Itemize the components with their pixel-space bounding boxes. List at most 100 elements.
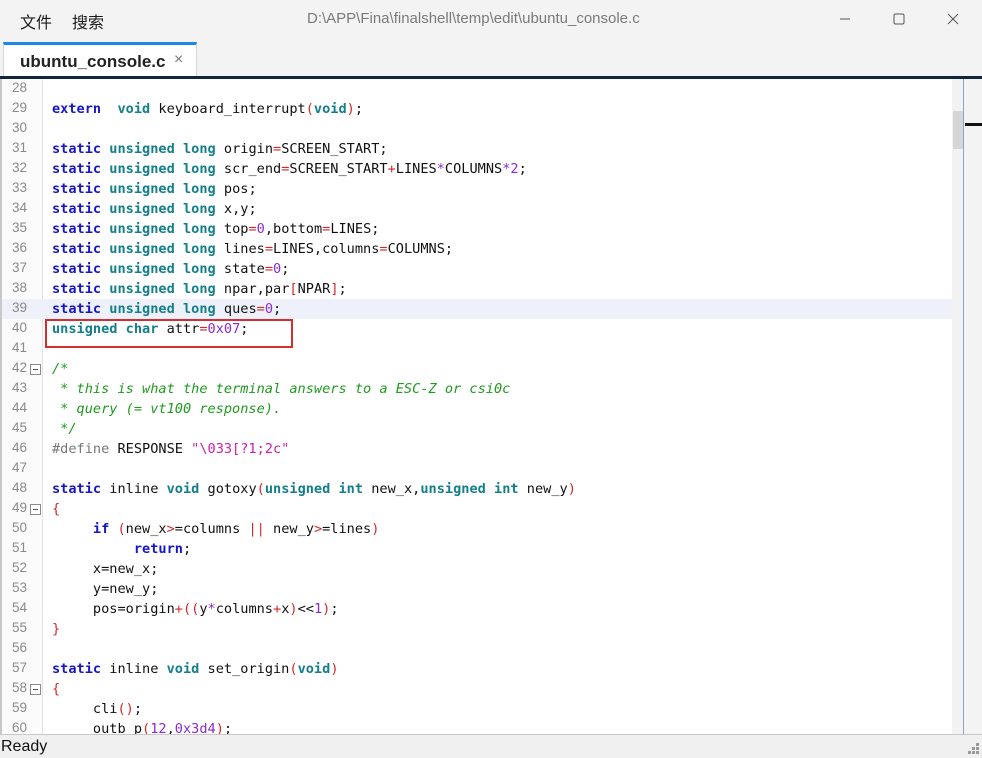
code-text: static unsigned long origin=SCREEN_START… — [52, 139, 388, 159]
code-text: */ — [52, 419, 76, 439]
line-number: 60 — [12, 720, 28, 734]
code-token: static — [52, 281, 102, 297]
tab-ubuntu-console[interactable]: ubuntu_console.c × — [3, 42, 197, 76]
close-window-button[interactable] — [930, 4, 976, 34]
code-token: ; — [133, 701, 143, 717]
code-line[interactable]: 46 #define RESPONSE "\033[?1;2c" — [2, 439, 952, 459]
status-bar: Ready — [0, 734, 982, 758]
fold-toggle-icon[interactable] — [30, 684, 41, 695]
code-line[interactable]: 29 extern void keyboard_interrupt(void); — [2, 99, 952, 119]
code-token: = — [264, 261, 274, 277]
code-token: static — [52, 661, 102, 677]
code-line[interactable]: 60 outb_p(12,0x3d4); — [2, 719, 952, 734]
scrollbar-thumb[interactable] — [953, 111, 963, 149]
code-line[interactable]: 50 if (new_x>=columns || new_y>=lines) — [2, 519, 952, 539]
code-line[interactable]: 56 — [2, 639, 952, 659]
side-panel — [965, 79, 982, 734]
code-token: SCREEN_START; — [281, 141, 388, 157]
code-line[interactable]: 55} — [2, 619, 952, 639]
code-token: ; — [281, 261, 290, 277]
line-number: 50 — [12, 520, 28, 535]
code-line[interactable]: 44 * query (= vt100 response). — [2, 399, 952, 419]
code-line[interactable]: 39 static unsigned long ques=0; — [2, 299, 952, 319]
code-token: unsigned — [109, 281, 175, 297]
code-line[interactable]: 54 pos=origin+((y*columns+x)<<1); — [2, 599, 952, 619]
code-token: ; — [273, 301, 282, 317]
menu-file[interactable]: 文件 — [20, 9, 52, 33]
code-line[interactable]: 57 static inline void set_origin(void) — [2, 659, 952, 679]
code-token: ) — [330, 661, 339, 677]
code-line[interactable]: 35 static unsigned long top=0,bottom=LINE… — [2, 219, 952, 239]
code-token: scr_end — [215, 161, 282, 177]
code-token: 0 — [273, 261, 282, 277]
code-line[interactable]: 48 static inline void gotoxy(unsigned int… — [2, 479, 952, 499]
maximize-button[interactable] — [876, 4, 922, 34]
code-line[interactable]: 30 — [2, 119, 952, 139]
vertical-scrollbar[interactable] — [952, 79, 963, 734]
minimize-icon — [840, 18, 850, 20]
code-line[interactable]: 34 static unsigned long x,y; — [2, 199, 952, 219]
code-token: top — [215, 221, 249, 237]
code-token: { — [52, 501, 61, 517]
menu-search[interactable]: 搜索 — [72, 9, 104, 33]
code-token: long — [182, 261, 216, 277]
code-text: static unsigned long lines=LINES,columns… — [52, 239, 453, 259]
code-token: = — [248, 221, 257, 237]
code-token: ; — [223, 721, 233, 734]
code-token: ) — [215, 721, 224, 734]
code-text: static unsigned long pos; — [52, 179, 257, 199]
code-token: "\033[?1;2c" — [191, 441, 290, 457]
tab-close-icon[interactable]: × — [174, 51, 183, 69]
fold-toggle-icon[interactable] — [30, 504, 41, 515]
code-line[interactable]: 38 static unsigned long npar,par[NPAR]; — [2, 279, 952, 299]
code-line[interactable]: 33 static unsigned long pos; — [2, 179, 952, 199]
code-token: static — [52, 241, 102, 257]
code-line[interactable]: 59 cli(); — [2, 699, 952, 719]
code-token: ] — [330, 281, 339, 297]
code-token: () — [117, 701, 134, 717]
code-token: long — [182, 161, 216, 177]
resize-grip-icon[interactable] — [967, 743, 979, 755]
code-line[interactable]: 52 x=new_x; — [2, 559, 952, 579]
code-line[interactable]: 36 static unsigned long lines=LINES,colum… — [2, 239, 952, 259]
code-line[interactable]: 43 * this is what the terminal answers t… — [2, 379, 952, 399]
line-number: 37 — [12, 260, 28, 275]
code-line[interactable]: 49 { — [2, 499, 952, 519]
code-token: unsigned — [109, 181, 175, 197]
code-line[interactable]: 37 static unsigned long state=0; — [2, 259, 952, 279]
line-number: 28 — [12, 80, 28, 95]
fold-toggle-icon[interactable] — [30, 364, 41, 375]
code-token: ) — [567, 481, 576, 497]
code-token: * query (= vt100 response). — [52, 401, 282, 417]
code-line[interactable]: 31 static unsigned long origin=SCREEN_STA… — [2, 139, 952, 159]
code-text: if (new_x>=columns || new_y>=lines) — [52, 519, 380, 539]
line-number: 48 — [12, 480, 28, 495]
line-number: 55 — [12, 620, 28, 635]
tab-bar: ubuntu_console.c × — [0, 40, 982, 76]
code-line[interactable]: 47 — [2, 459, 952, 479]
code-token: x=new_x; — [52, 561, 159, 577]
status-text: Ready — [1, 738, 48, 755]
line-number: 29 — [12, 100, 28, 115]
code-line[interactable]: 58 { — [2, 679, 952, 699]
title-bar: 文件 搜索 D:\APP\Fina\finalshell\temp\edit\u… — [0, 0, 982, 40]
minimize-button[interactable] — [822, 4, 868, 34]
code-token: 0x3d4 — [174, 721, 216, 734]
code-line[interactable]: 32 static unsigned long scr_end=SCREEN_ST… — [2, 159, 952, 179]
code-line[interactable]: 28 — [2, 79, 952, 99]
code-line[interactable]: 45 */ — [2, 419, 952, 439]
code-token: long — [182, 141, 216, 157]
code-token: static — [52, 221, 102, 237]
code-line[interactable]: 53 y=new_y; — [2, 579, 952, 599]
code-editor[interactable]: 28 29 extern void keyboard_interrupt(void)… — [0, 79, 964, 734]
code-token: long — [182, 221, 216, 237]
code-line[interactable]: 42 /* — [2, 359, 952, 379]
code-token: ( — [256, 481, 265, 497]
code-line[interactable]: 51 return; — [2, 539, 952, 559]
line-number: 51 — [12, 540, 28, 555]
code-token: lines — [215, 241, 265, 257]
code-token: pos=origin — [52, 601, 175, 617]
